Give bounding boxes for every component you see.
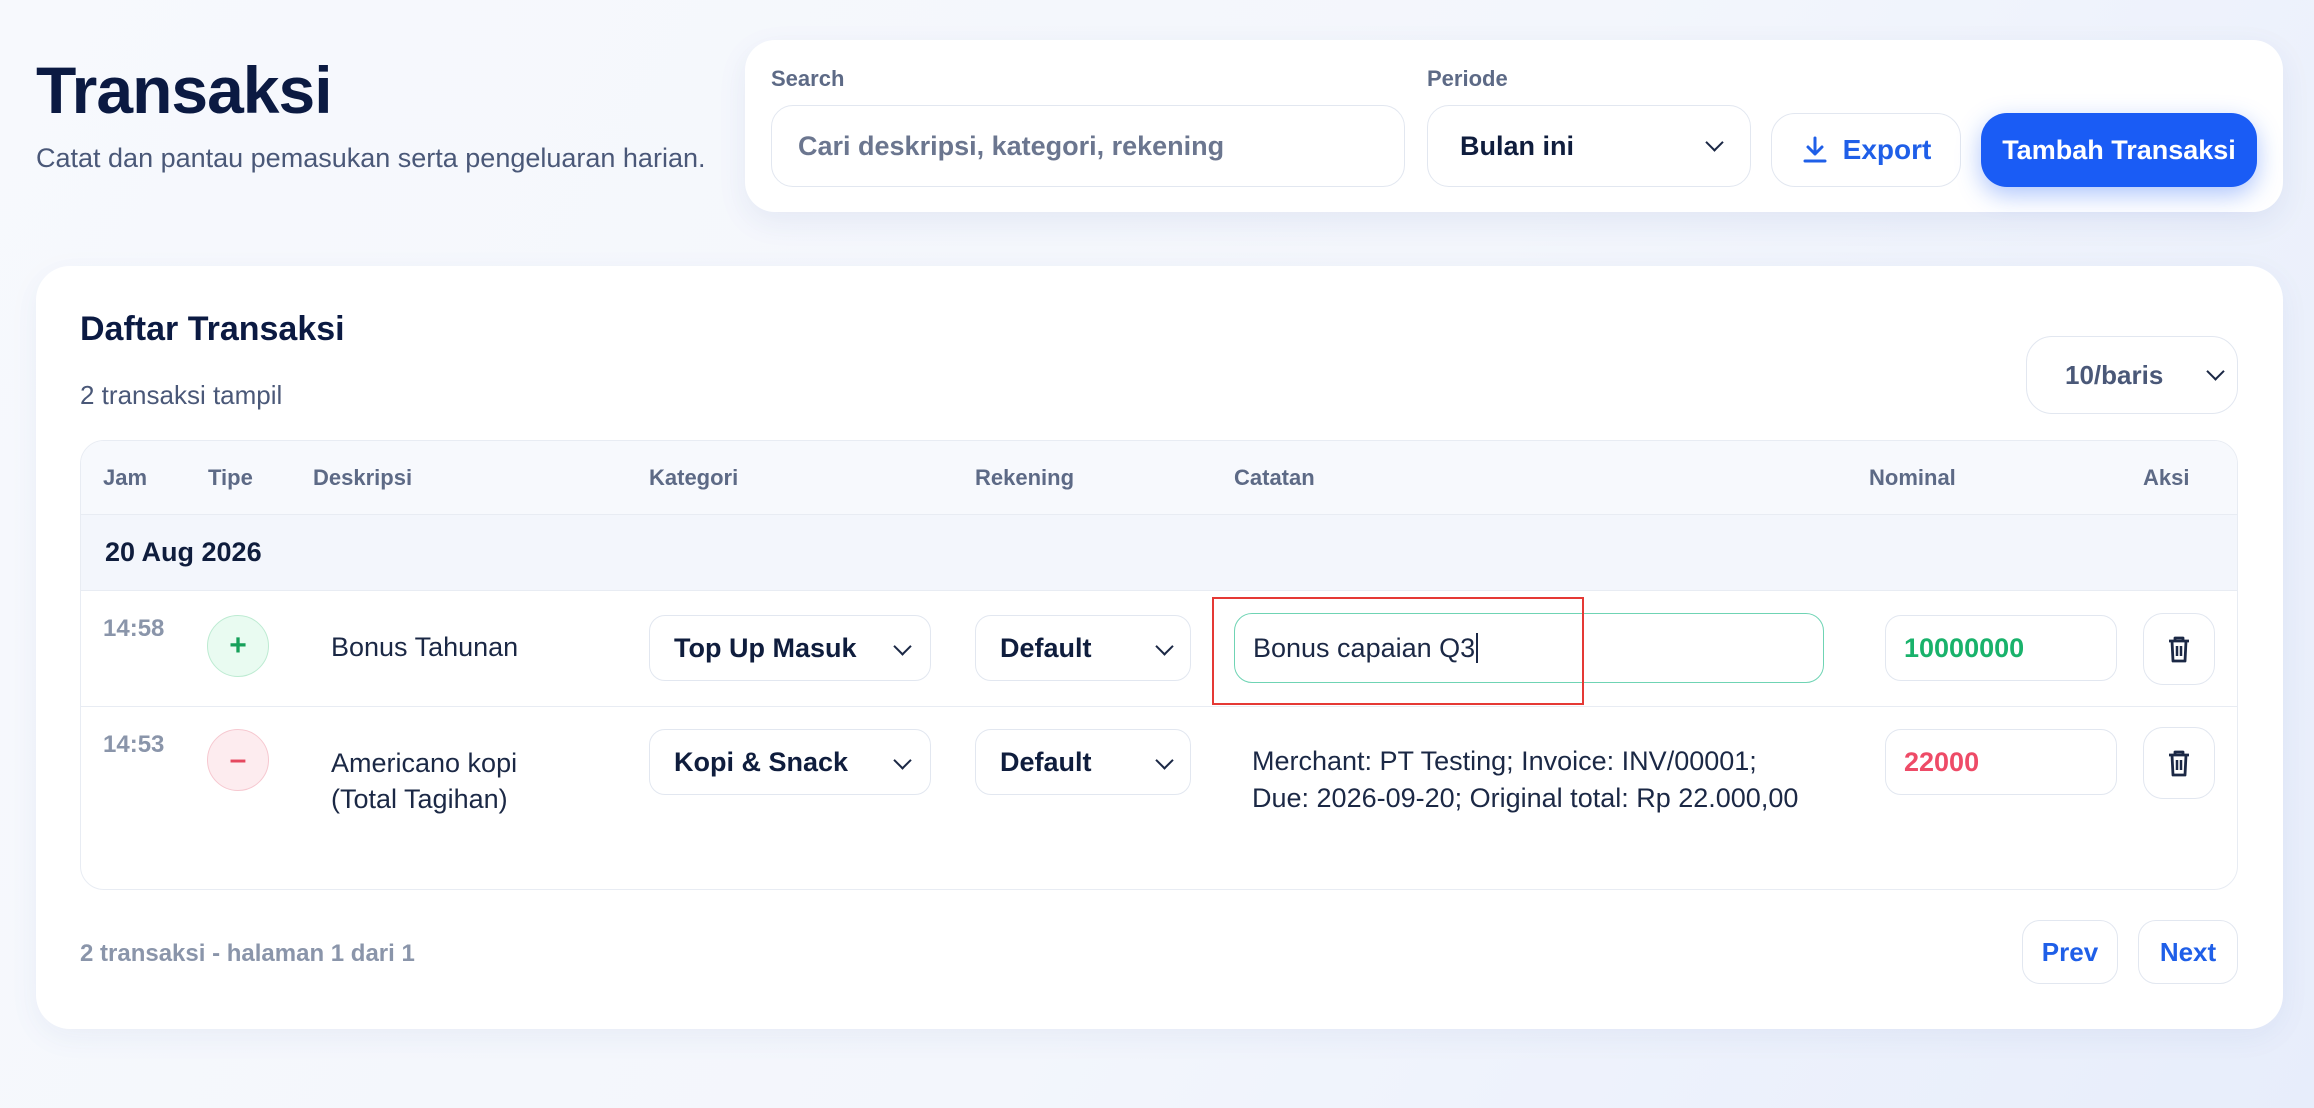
search-input[interactable]	[771, 105, 1405, 187]
next-page-button[interactable]: Next	[2138, 920, 2238, 984]
note-value: Bonus capaian Q3	[1253, 633, 1476, 663]
add-transaction-button[interactable]: Tambah Transaksi	[1981, 113, 2257, 187]
pagination-info: 2 transaksi - halaman 1 dari 1	[80, 940, 415, 967]
category-select[interactable]: Kopi & Snack	[649, 729, 931, 795]
column-header-jam: Jam	[103, 465, 148, 490]
transaction-table: Jam Tipe Deskripsi Kategori Rekening Cat…	[80, 440, 2238, 890]
category-select[interactable]: Top Up Masuk	[649, 615, 931, 681]
column-header-kategori: Kategori	[649, 465, 739, 490]
trash-icon	[2169, 636, 2189, 663]
chevron-down-icon	[893, 751, 912, 770]
chevron-down-icon	[2206, 362, 2225, 381]
chevron-down-icon	[1155, 751, 1174, 770]
delete-button[interactable]	[2143, 727, 2215, 799]
periode-value: Bulan ini	[1460, 131, 1574, 161]
rows-per-page-select[interactable]: 10/baris	[2026, 336, 2238, 414]
periode-label: Periode	[1427, 66, 1508, 91]
amount-input[interactable]: 10000000	[1885, 615, 2117, 681]
row-time: 14:53	[103, 731, 165, 758]
text-caret	[1476, 633, 1479, 663]
column-header-rekening: Rekening	[975, 465, 1075, 490]
account-value: Default	[1000, 633, 1092, 663]
row-description: Bonus Tahunan	[331, 632, 519, 662]
chevron-down-icon	[893, 637, 912, 656]
page-title: Transaksi	[36, 53, 333, 127]
prev-page-button[interactable]: Prev	[2022, 920, 2118, 984]
column-header-tipe: Tipe	[208, 465, 253, 490]
row-note: Merchant: PT Testing; Invoice: INV/00001…	[1252, 746, 1799, 813]
column-header-deskripsi: Deskripsi	[313, 465, 413, 490]
table-header: Jam Tipe Deskripsi Kategori Rekening Cat…	[81, 441, 2237, 515]
search-label: Search	[771, 66, 845, 91]
list-count: 2 transaksi tampil	[80, 380, 283, 410]
date-group-label: 20 Aug 2026	[105, 537, 262, 567]
chevron-down-icon	[1705, 133, 1724, 152]
list-title: Daftar Transaksi	[80, 310, 345, 348]
category-value: Kopi & Snack	[674, 747, 849, 777]
category-value: Top Up Masuk	[674, 633, 857, 663]
income-type-badge: +	[207, 615, 269, 677]
trash-icon	[2169, 750, 2189, 777]
row-time: 14:58	[103, 615, 165, 642]
export-label: Export	[1842, 134, 1932, 165]
rows-per-page-value: 10/baris	[2065, 360, 2164, 390]
column-header-aksi: Aksi	[2143, 465, 2190, 490]
row-description: Americano kopi (Total Tagihan)	[331, 748, 518, 814]
account-value: Default	[1000, 747, 1092, 777]
transaction-list-card: Daftar Transaksi 2 transaksi tampil 10/b…	[36, 266, 2283, 1029]
page-subtitle: Catat dan pantau pemasukan serta pengelu…	[36, 143, 706, 173]
delete-button[interactable]	[2143, 613, 2215, 685]
note-input[interactable]: Bonus capaian Q3	[1234, 613, 1824, 683]
export-button[interactable]: Export	[1771, 113, 1961, 187]
expense-type-badge: –	[207, 729, 269, 791]
column-header-nominal: Nominal	[1869, 465, 1956, 490]
amount-input[interactable]: 22000	[1885, 729, 2117, 795]
table-row: 14:53 – Americano kopi (Total Tagihan) K…	[81, 707, 2237, 889]
column-header-catatan: Catatan	[1234, 465, 1315, 490]
chevron-down-icon	[1155, 637, 1174, 656]
date-group-row: 20 Aug 2026	[81, 515, 2237, 591]
account-select[interactable]: Default	[975, 615, 1191, 681]
periode-select[interactable]: Bulan ini	[1427, 105, 1751, 187]
table-row: 14:58 + Bonus Tahunan Top Up Masuk Defau…	[81, 591, 2237, 707]
download-icon	[1803, 136, 1827, 163]
toolbar: Search Periode Bulan ini Export Tambah T…	[745, 40, 2283, 212]
account-select[interactable]: Default	[975, 729, 1191, 795]
